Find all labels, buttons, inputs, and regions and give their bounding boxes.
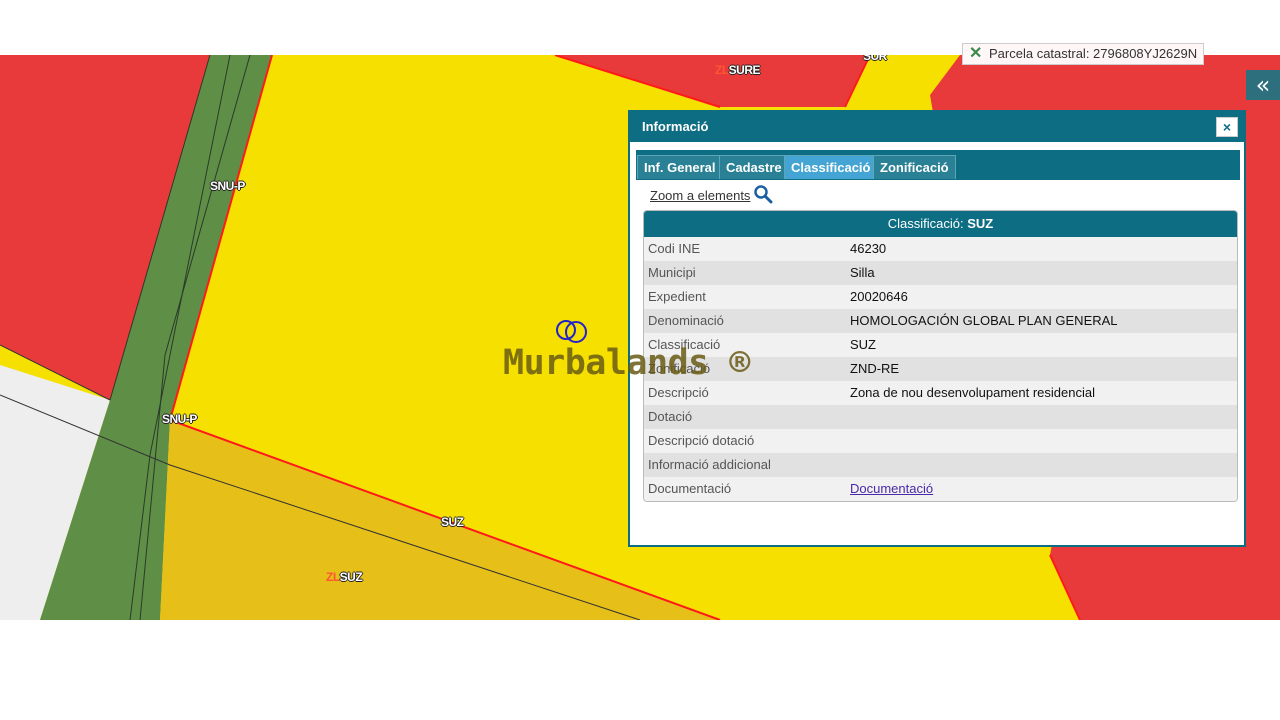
row-value: SUZ (850, 337, 876, 352)
close-icon[interactable]: ✕ (969, 44, 982, 64)
search-icon[interactable] (753, 184, 773, 204)
watermark: Murbalands ® (503, 343, 750, 383)
documentation-link[interactable]: Documentació (850, 481, 933, 496)
close-button[interactable]: × (1216, 117, 1238, 137)
zone-label-snu-top: SNU-P (210, 179, 245, 193)
chevron-left-icon: « (1255, 71, 1271, 99)
table-row: Denominació HOMOLOGACIÓN GLOBAL PLAN GENE… (644, 309, 1237, 333)
row-value: Zona de nou desenvolupament residencial (850, 385, 1096, 400)
dialog-title-bar[interactable]: Informació × (630, 112, 1244, 142)
tab-bar: Inf. General Cadastre Classificació Zoni… (636, 150, 1240, 180)
row-key: Municipi (648, 265, 696, 280)
row-key: Denominació (648, 313, 724, 328)
collapse-panel-button[interactable]: « (1246, 70, 1280, 100)
tab-cadastre[interactable]: Cadastre (719, 155, 789, 179)
table-row: Documentació Documentació (644, 477, 1237, 501)
row-value: ZND-RE (850, 361, 900, 376)
row-key: Documentació (648, 481, 732, 496)
dialog-title: Informació (642, 119, 709, 134)
tab-inf-general[interactable]: Inf. General (637, 155, 723, 179)
row-value: 20020646 (850, 289, 908, 304)
table-row: Descripció dotació (644, 429, 1237, 453)
table-row: Expedient 20020646 (644, 285, 1237, 309)
zone-label-top-sure: SUR (863, 55, 887, 63)
tab-zonificacio[interactable]: Zonificació (873, 155, 956, 179)
table-row: Dotació (644, 405, 1237, 429)
zone-label-zlsure: ZLSURE (715, 63, 761, 77)
panel-heading: Classificació: SUZ (644, 211, 1237, 237)
row-key: Descripció dotació (648, 433, 755, 448)
row-key: Codi INE (648, 241, 701, 256)
row-key: Descripció (648, 385, 709, 400)
table-row: Descripció Zona de nou desenvolupament re… (644, 381, 1237, 405)
table-row: Codi INE 46230 (644, 237, 1237, 261)
cadastral-parcel-label: Parcela catastral: 2796808YJ2629N (989, 46, 1198, 61)
row-value: 46230 (850, 241, 887, 256)
table-row: Municipi Silla (644, 261, 1237, 285)
zone-label-suz: SUZ (441, 515, 464, 529)
row-key: Informació addicional (648, 457, 771, 472)
zone-label-snu-mid: SNU-P (162, 412, 197, 426)
row-key: Expedient (648, 289, 706, 304)
info-dialog: Informació × Inf. General Cadastre Class… (628, 110, 1246, 547)
tab-classificacio[interactable]: Classificació (784, 155, 878, 179)
row-key: Dotació (648, 409, 693, 424)
row-value: Silla (850, 265, 875, 280)
row-value: Documentació (850, 477, 933, 501)
zone-label-zlsuzn: ZLSUZ (326, 570, 363, 584)
table-row: Informació addicional (644, 453, 1237, 477)
cadastral-parcel-chip[interactable]: ✕ Parcela catastral: 2796808YJ2629N (962, 43, 1205, 65)
row-value: HOMOLOGACIÓN GLOBAL PLAN GENERAL (850, 313, 1118, 328)
zoom-to-elements-link[interactable]: Zoom a elements (650, 188, 750, 203)
